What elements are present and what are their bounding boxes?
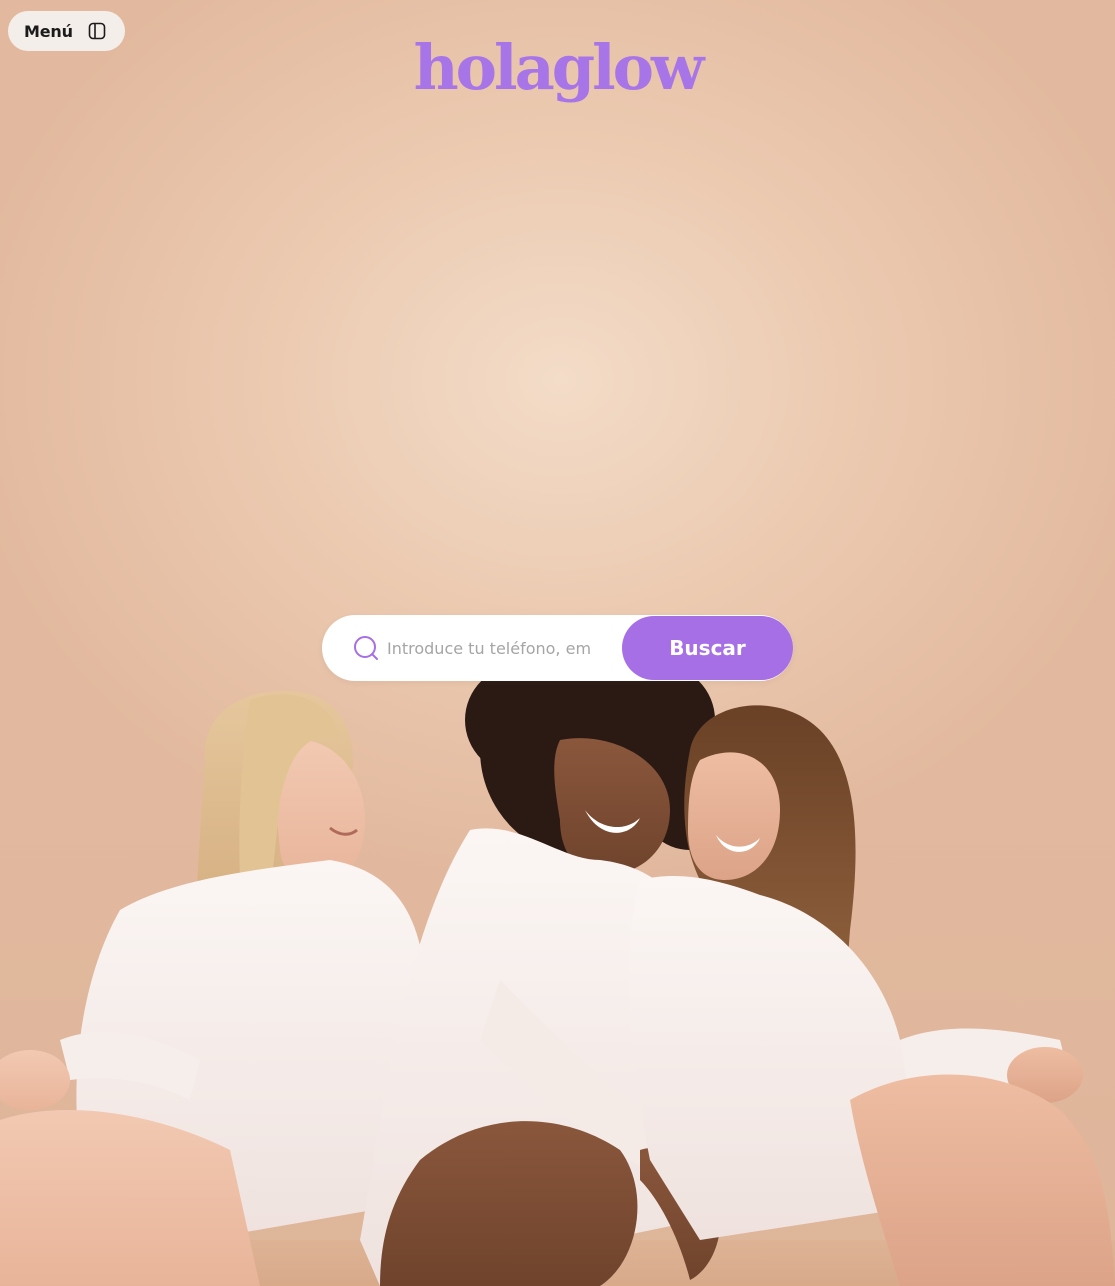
search-icon	[354, 636, 378, 660]
hero-photo	[0, 680, 1115, 1286]
search-button[interactable]: Buscar	[622, 616, 793, 680]
search-input[interactable]	[387, 631, 617, 665]
brand-logo[interactable]: holaglow	[0, 30, 1115, 106]
search-bar: Buscar	[322, 615, 793, 681]
